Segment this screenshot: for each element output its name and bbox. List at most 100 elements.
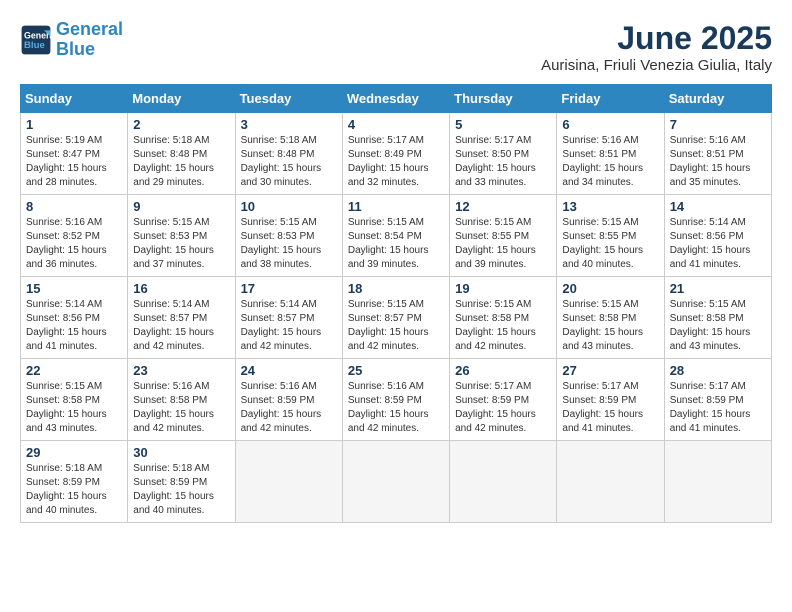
empty-cell <box>450 441 557 523</box>
table-row: 26 Sunrise: 5:17 AM Sunset: 8:59 PM Dayli… <box>450 359 557 441</box>
header-monday: Monday <box>128 85 235 113</box>
day-number: 13 <box>562 199 658 214</box>
table-row: 3 Sunrise: 5:18 AM Sunset: 8:48 PM Daylig… <box>235 113 342 195</box>
table-row: 28 Sunrise: 5:17 AM Sunset: 8:59 PM Dayli… <box>664 359 771 441</box>
logo: General Blue General Blue <box>20 20 123 60</box>
table-row: 9 Sunrise: 5:15 AM Sunset: 8:53 PM Daylig… <box>128 195 235 277</box>
table-row: 4Sunrise: 5:17 AM Sunset: 8:49 PM Daylig… <box>342 113 449 195</box>
table-row: 11Sunrise: 5:15 AM Sunset: 8:54 PM Dayli… <box>342 195 449 277</box>
table-row: 14 Sunrise: 5:14 AM Sunset: 8:56 PM Dayli… <box>664 195 771 277</box>
day-number: 9 <box>133 199 229 214</box>
table-row: 1Sunrise: 5:19 AM Sunset: 8:47 PM Daylig… <box>21 113 128 195</box>
day-number: 17 <box>241 281 337 296</box>
day-info: Sunrise: 5:15 AM Sunset: 8:53 PM Dayligh… <box>133 216 229 272</box>
day-info: Sunrise: 5:18 AM Sunset: 8:48 PM Dayligh… <box>241 134 337 190</box>
day-info: Sunrise: 5:14 AM Sunset: 8:56 PM Dayligh… <box>26 298 122 354</box>
day-number: 26 <box>455 363 551 378</box>
calendar-row: 15 Sunrise: 5:14 AM Sunset: 8:56 PM Dayli… <box>21 277 772 359</box>
day-number: 30 <box>133 445 229 460</box>
day-info: Sunrise: 5:16 AM Sunset: 8:59 PM Dayligh… <box>348 380 444 436</box>
day-info: Sunrise: 5:16 AM Sunset: 8:52 PM Dayligh… <box>26 216 122 272</box>
table-row: 29Sunrise: 5:18 AM Sunset: 8:59 PM Dayli… <box>21 441 128 523</box>
day-info: Sunrise: 5:17 AM Sunset: 8:59 PM Dayligh… <box>670 380 766 436</box>
table-row: 5 Sunrise: 5:17 AM Sunset: 8:50 PM Daylig… <box>450 113 557 195</box>
day-number: 4 <box>348 117 444 132</box>
table-row: 27 Sunrise: 5:17 AM Sunset: 8:59 PM Dayli… <box>557 359 664 441</box>
calendar-row: 8 Sunrise: 5:16 AM Sunset: 8:52 PM Daylig… <box>21 195 772 277</box>
table-row: 22 Sunrise: 5:15 AM Sunset: 8:58 PM Dayli… <box>21 359 128 441</box>
day-info: Sunrise: 5:15 AM Sunset: 8:57 PM Dayligh… <box>348 298 444 354</box>
day-number: 3 <box>241 117 337 132</box>
day-info: Sunrise: 5:15 AM Sunset: 8:55 PM Dayligh… <box>562 216 658 272</box>
empty-cell <box>342 441 449 523</box>
table-row: 19Sunrise: 5:15 AM Sunset: 8:58 PM Dayli… <box>450 277 557 359</box>
day-number: 27 <box>562 363 658 378</box>
table-row: 13 Sunrise: 5:15 AM Sunset: 8:55 PM Dayli… <box>557 195 664 277</box>
table-row: 6Sunrise: 5:16 AM Sunset: 8:51 PM Daylig… <box>557 113 664 195</box>
calendar-row: 22 Sunrise: 5:15 AM Sunset: 8:58 PM Dayli… <box>21 359 772 441</box>
logo-icon: General Blue <box>20 24 52 56</box>
day-info: Sunrise: 5:16 AM Sunset: 8:51 PM Dayligh… <box>670 134 766 190</box>
table-row: 20Sunrise: 5:15 AM Sunset: 8:58 PM Dayli… <box>557 277 664 359</box>
header-friday: Friday <box>557 85 664 113</box>
empty-cell <box>557 441 664 523</box>
day-info: Sunrise: 5:19 AM Sunset: 8:47 PM Dayligh… <box>26 134 122 190</box>
day-info: Sunrise: 5:18 AM Sunset: 8:59 PM Dayligh… <box>133 462 229 518</box>
day-number: 5 <box>455 117 551 132</box>
day-number: 18 <box>348 281 444 296</box>
calendar-row: 1Sunrise: 5:19 AM Sunset: 8:47 PM Daylig… <box>21 113 772 195</box>
table-row: 18 Sunrise: 5:15 AM Sunset: 8:57 PM Dayli… <box>342 277 449 359</box>
day-number: 15 <box>26 281 122 296</box>
empty-cell <box>664 441 771 523</box>
day-number: 10 <box>241 199 337 214</box>
day-number: 6 <box>562 117 658 132</box>
day-info: Sunrise: 5:18 AM Sunset: 8:48 PM Dayligh… <box>133 134 229 190</box>
location-subtitle: Aurisina, Friuli Venezia Giulia, Italy <box>541 57 772 74</box>
weekday-header-row: Sunday Monday Tuesday Wednesday Thursday… <box>21 85 772 113</box>
header-thursday: Thursday <box>450 85 557 113</box>
day-info: Sunrise: 5:15 AM Sunset: 8:58 PM Dayligh… <box>455 298 551 354</box>
day-number: 21 <box>670 281 766 296</box>
day-info: Sunrise: 5:16 AM Sunset: 8:58 PM Dayligh… <box>133 380 229 436</box>
calendar-row: 29Sunrise: 5:18 AM Sunset: 8:59 PM Dayli… <box>21 441 772 523</box>
day-number: 28 <box>670 363 766 378</box>
day-number: 12 <box>455 199 551 214</box>
day-number: 8 <box>26 199 122 214</box>
header-saturday: Saturday <box>664 85 771 113</box>
day-info: Sunrise: 5:16 AM Sunset: 8:59 PM Dayligh… <box>241 380 337 436</box>
day-number: 2 <box>133 117 229 132</box>
day-number: 11 <box>348 199 444 214</box>
table-row: 23 Sunrise: 5:16 AM Sunset: 8:58 PM Dayli… <box>128 359 235 441</box>
day-number: 16 <box>133 281 229 296</box>
day-number: 23 <box>133 363 229 378</box>
day-number: 22 <box>26 363 122 378</box>
day-number: 7 <box>670 117 766 132</box>
table-row: 25Sunrise: 5:16 AM Sunset: 8:59 PM Dayli… <box>342 359 449 441</box>
day-info: Sunrise: 5:14 AM Sunset: 8:57 PM Dayligh… <box>133 298 229 354</box>
table-row: 7 Sunrise: 5:16 AM Sunset: 8:51 PM Daylig… <box>664 113 771 195</box>
table-row: 15 Sunrise: 5:14 AM Sunset: 8:56 PM Dayli… <box>21 277 128 359</box>
page-header: General Blue General Blue June 2025 Auri… <box>20 20 772 74</box>
day-info: Sunrise: 5:15 AM Sunset: 8:53 PM Dayligh… <box>241 216 337 272</box>
title-area: June 2025 Aurisina, Friuli Venezia Giuli… <box>541 20 772 74</box>
day-info: Sunrise: 5:17 AM Sunset: 8:50 PM Dayligh… <box>455 134 551 190</box>
table-row: 10 Sunrise: 5:15 AM Sunset: 8:53 PM Dayli… <box>235 195 342 277</box>
calendar-table: Sunday Monday Tuesday Wednesday Thursday… <box>20 84 772 523</box>
table-row: 2 Sunrise: 5:18 AM Sunset: 8:48 PM Daylig… <box>128 113 235 195</box>
day-number: 14 <box>670 199 766 214</box>
day-info: Sunrise: 5:17 AM Sunset: 8:59 PM Dayligh… <box>562 380 658 436</box>
table-row: 21 Sunrise: 5:15 AM Sunset: 8:58 PM Dayli… <box>664 277 771 359</box>
day-info: Sunrise: 5:15 AM Sunset: 8:58 PM Dayligh… <box>26 380 122 436</box>
table-row: 17Sunrise: 5:14 AM Sunset: 8:57 PM Dayli… <box>235 277 342 359</box>
day-info: Sunrise: 5:15 AM Sunset: 8:58 PM Dayligh… <box>670 298 766 354</box>
day-info: Sunrise: 5:14 AM Sunset: 8:56 PM Dayligh… <box>670 216 766 272</box>
month-title: June 2025 <box>541 20 772 57</box>
table-row: 8 Sunrise: 5:16 AM Sunset: 8:52 PM Daylig… <box>21 195 128 277</box>
day-info: Sunrise: 5:17 AM Sunset: 8:59 PM Dayligh… <box>455 380 551 436</box>
empty-cell <box>235 441 342 523</box>
day-info: Sunrise: 5:15 AM Sunset: 8:58 PM Dayligh… <box>562 298 658 354</box>
logo-general: General <box>56 19 123 39</box>
logo-text: General Blue <box>56 20 123 60</box>
table-row: 30 Sunrise: 5:18 AM Sunset: 8:59 PM Dayli… <box>128 441 235 523</box>
table-row: 16 Sunrise: 5:14 AM Sunset: 8:57 PM Dayli… <box>128 277 235 359</box>
